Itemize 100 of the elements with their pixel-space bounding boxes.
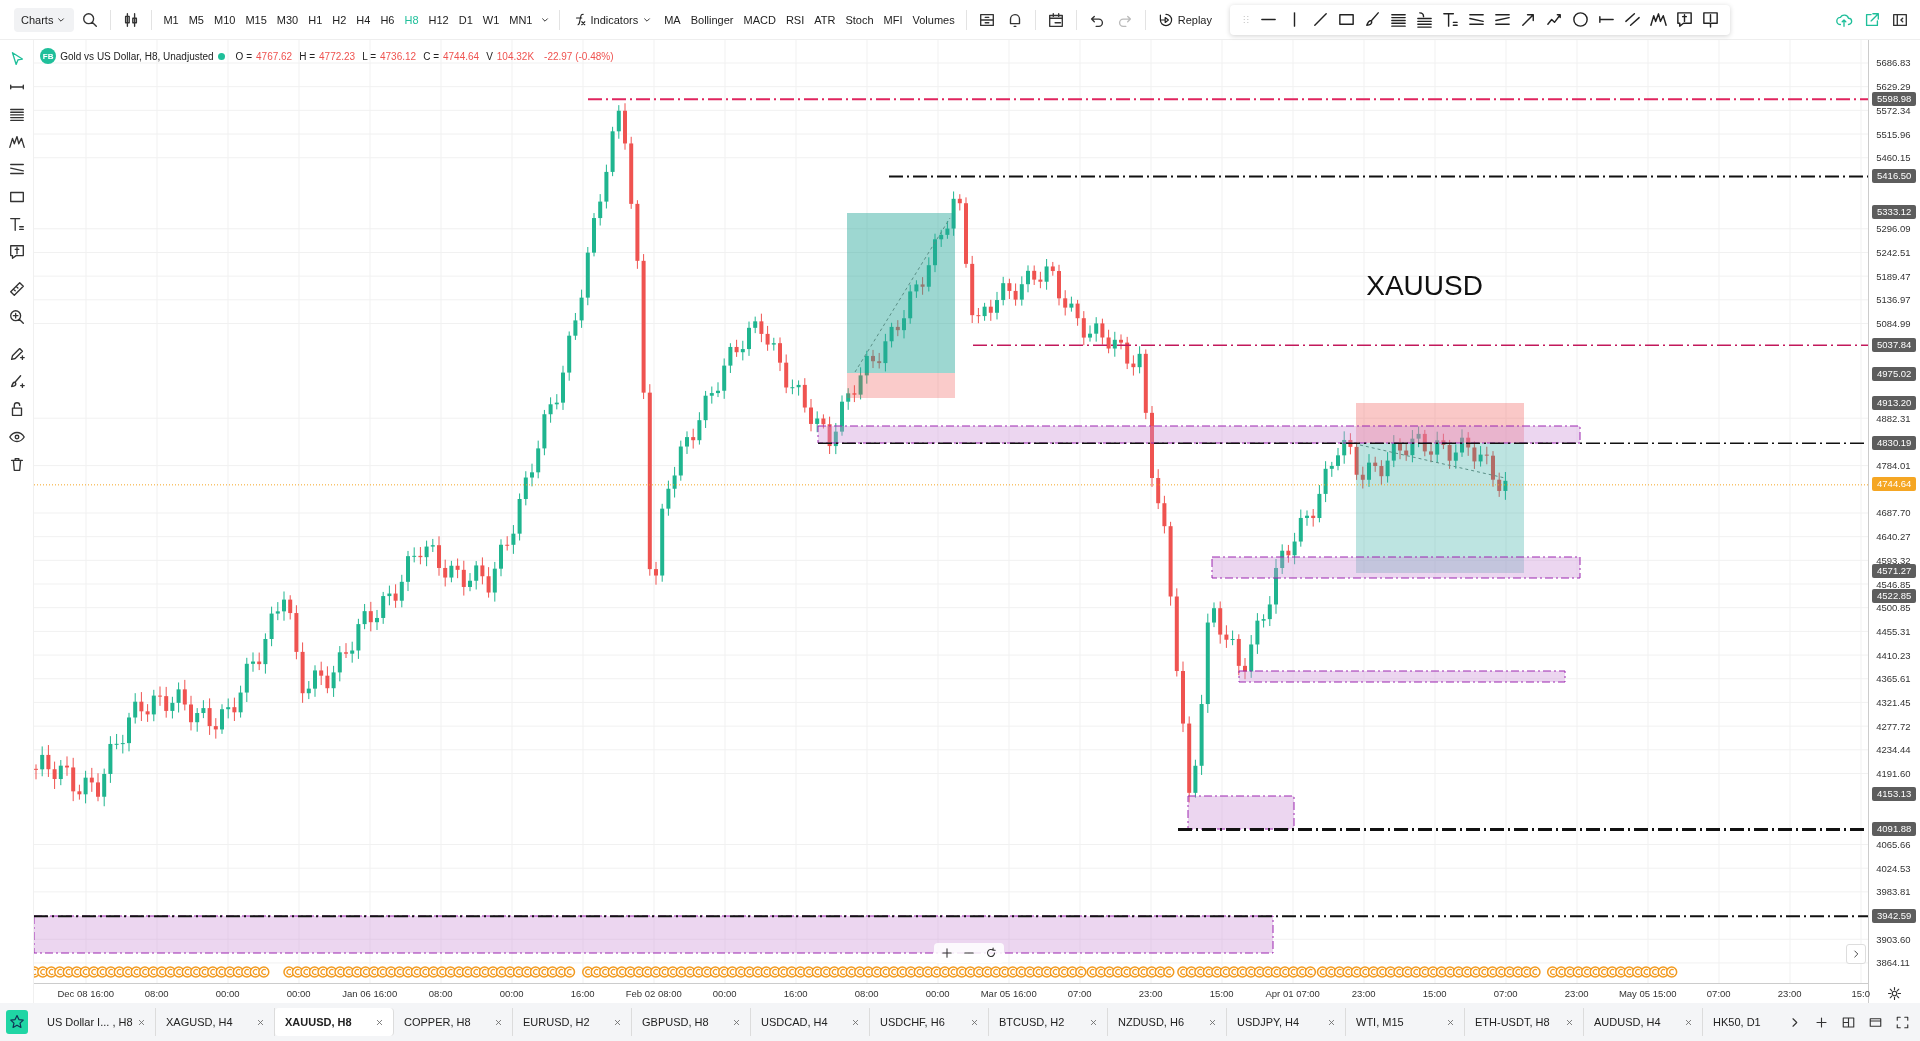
symbol-title: Gold vs US Dollar, H8, Unadjusted xyxy=(60,51,214,62)
price-tag: 4091.88 xyxy=(1872,822,1917,837)
chart-tab[interactable]: BTCUSD, H2 xyxy=(989,1008,1108,1037)
time-label: 23:00 xyxy=(1350,988,1377,999)
time-label: 15:0 xyxy=(1850,988,1871,999)
time-label: 07:00 xyxy=(1492,988,1519,999)
time-label: May 05 15:00 xyxy=(1617,988,1678,999)
time-label: 07:00 xyxy=(1066,988,1093,999)
timeframe-button[interactable]: M15 xyxy=(242,9,270,30)
ohlc-label: V xyxy=(486,51,493,62)
ohlc-value: 4772.23 xyxy=(319,51,356,62)
chart-tab[interactable]: GBPUSD, H8 xyxy=(632,1008,751,1037)
price-tag: 4975.02 xyxy=(1872,366,1917,381)
price-tick: 4455.31 xyxy=(1876,625,1911,638)
chart-tab[interactable]: COPPER, H8 xyxy=(394,1008,513,1037)
indicator-button[interactable]: Bollinger xyxy=(687,9,737,30)
timeframe-button[interactable]: H6 xyxy=(377,9,398,30)
price-tag: 5333.12 xyxy=(1872,205,1917,219)
indicators-button[interactable]: Indicators xyxy=(568,8,658,32)
chart-tab[interactable]: XAUUSD, H8 xyxy=(275,1008,394,1037)
price-tag: 4913.20 xyxy=(1872,396,1917,410)
price-tag: 4571.27 xyxy=(1872,564,1917,578)
price-tick: 4277.72 xyxy=(1876,720,1911,733)
charts-menu-button[interactable]: Charts xyxy=(14,7,75,32)
price-tick: 4882.31 xyxy=(1876,412,1911,425)
indicator-button[interactable]: RSI xyxy=(782,9,808,30)
chart-tab[interactable]: USDCHF, H6 xyxy=(870,1008,989,1037)
indicator-button[interactable]: Volumes xyxy=(909,9,958,30)
price-tick: 5515.96 xyxy=(1876,128,1911,141)
chart-tab[interactable]: EURUSD, H2 xyxy=(513,1008,632,1037)
price-tick: 4024.53 xyxy=(1876,862,1911,875)
source-badge: FB xyxy=(40,48,57,65)
time-label: 08:00 xyxy=(427,988,454,999)
time-label: 00:00 xyxy=(214,988,241,999)
time-label: 08:00 xyxy=(853,988,880,999)
price-tag: 4522.85 xyxy=(1872,588,1917,603)
timeframe-button[interactable]: H1 xyxy=(305,9,326,30)
price-tick: 5572.34 xyxy=(1876,104,1911,117)
time-label: 00:00 xyxy=(711,988,738,999)
time-label: 16:00 xyxy=(569,988,596,999)
price-change: -22.97 (-0.48%) xyxy=(544,51,614,62)
time-label: 23:00 xyxy=(1776,988,1803,999)
chart-tab[interactable]: USDJPY, H4 xyxy=(1227,1008,1346,1037)
price-tick: 3864.11 xyxy=(1876,957,1910,970)
ohlc-value: 4767.62 xyxy=(256,51,293,62)
price-tick: 5136.97 xyxy=(1876,294,1911,307)
price-tag: 5598.98 xyxy=(1872,91,1917,106)
ohlc-label: O = xyxy=(235,51,252,62)
time-label: 07:00 xyxy=(1705,988,1732,999)
chart-tab[interactable]: US Dollar I... , H8 xyxy=(37,1008,156,1037)
time-label: Feb 02 08:00 xyxy=(624,988,683,999)
time-label: Jan 06 16:00 xyxy=(341,988,399,999)
replay-button[interactable]: Replay xyxy=(1153,7,1216,32)
indicator-button[interactable]: MA xyxy=(661,9,684,30)
timeframe-button[interactable]: D1 xyxy=(455,9,476,30)
indicator-button[interactable]: MFI xyxy=(880,9,906,30)
price-tick: 5629.29 xyxy=(1876,81,1911,94)
timeframe-button[interactable]: M5 xyxy=(185,9,207,30)
chart-tab[interactable]: ETH-USDT, H8 xyxy=(1465,1008,1584,1037)
price-tick: 4593.32 xyxy=(1876,554,1911,567)
time-label: 00:00 xyxy=(924,988,951,999)
time-label: 15:00 xyxy=(1208,988,1235,999)
chart-tab[interactable]: WTI, M15 xyxy=(1346,1008,1465,1037)
price-tick: 4500.85 xyxy=(1876,602,1911,615)
chart-tab[interactable]: AUDUSD, H4 xyxy=(1584,1008,1703,1037)
price-tick: 5296.09 xyxy=(1876,223,1911,236)
price-tick: 4191.60 xyxy=(1876,767,1911,780)
timeframe-button[interactable]: W1 xyxy=(479,9,503,30)
chart-tab[interactable]: USDCAD, H4 xyxy=(751,1008,870,1037)
timeframe-button[interactable]: H12 xyxy=(425,9,452,30)
price-tag: 3942.59 xyxy=(1872,908,1917,923)
price-tick: 4410.23 xyxy=(1876,649,1911,662)
time-label: 16:00 xyxy=(782,988,809,999)
price-tag: 4744.64 xyxy=(1872,477,1917,492)
price-tick: 3903.60 xyxy=(1876,933,1911,946)
timeframe-button[interactable]: MN1 xyxy=(506,9,536,30)
price-tag: 5037.84 xyxy=(1872,337,1917,352)
timeframe-button[interactable]: H4 xyxy=(353,9,374,30)
ohlc-label: C = xyxy=(423,51,439,62)
timeframe-button[interactable]: M30 xyxy=(273,9,302,30)
timeframe-button[interactable]: H2 xyxy=(329,9,350,30)
indicator-button[interactable]: MACD xyxy=(740,9,779,30)
ohlc-value: 4744.64 xyxy=(443,51,480,62)
time-label: 00:00 xyxy=(498,988,525,999)
timeframe-button[interactable]: M1 xyxy=(160,9,182,30)
timeframe-button[interactable]: M10 xyxy=(210,9,239,30)
time-label: 23:00 xyxy=(1563,988,1590,999)
price-tick: 5189.47 xyxy=(1876,270,1911,283)
price-tick: 4321.45 xyxy=(1876,696,1911,709)
time-label: Mar 05 16:00 xyxy=(979,988,1038,999)
price-tick: 5242.51 xyxy=(1876,246,1911,259)
time-label: 08:00 xyxy=(143,988,170,999)
chart-tab[interactable]: HK50, D1 xyxy=(1703,1008,1779,1037)
indicator-button[interactable]: Stoch xyxy=(842,9,877,30)
chart-tab[interactable]: NZDUSD, H6 xyxy=(1108,1008,1227,1037)
ohlc-label: H = xyxy=(299,51,315,62)
time-label: 15:00 xyxy=(1421,988,1448,999)
indicator-button[interactable]: ATR xyxy=(811,9,839,30)
price-tick: 5686.83 xyxy=(1876,57,1911,70)
price-tick: 4065.66 xyxy=(1876,839,1911,851)
